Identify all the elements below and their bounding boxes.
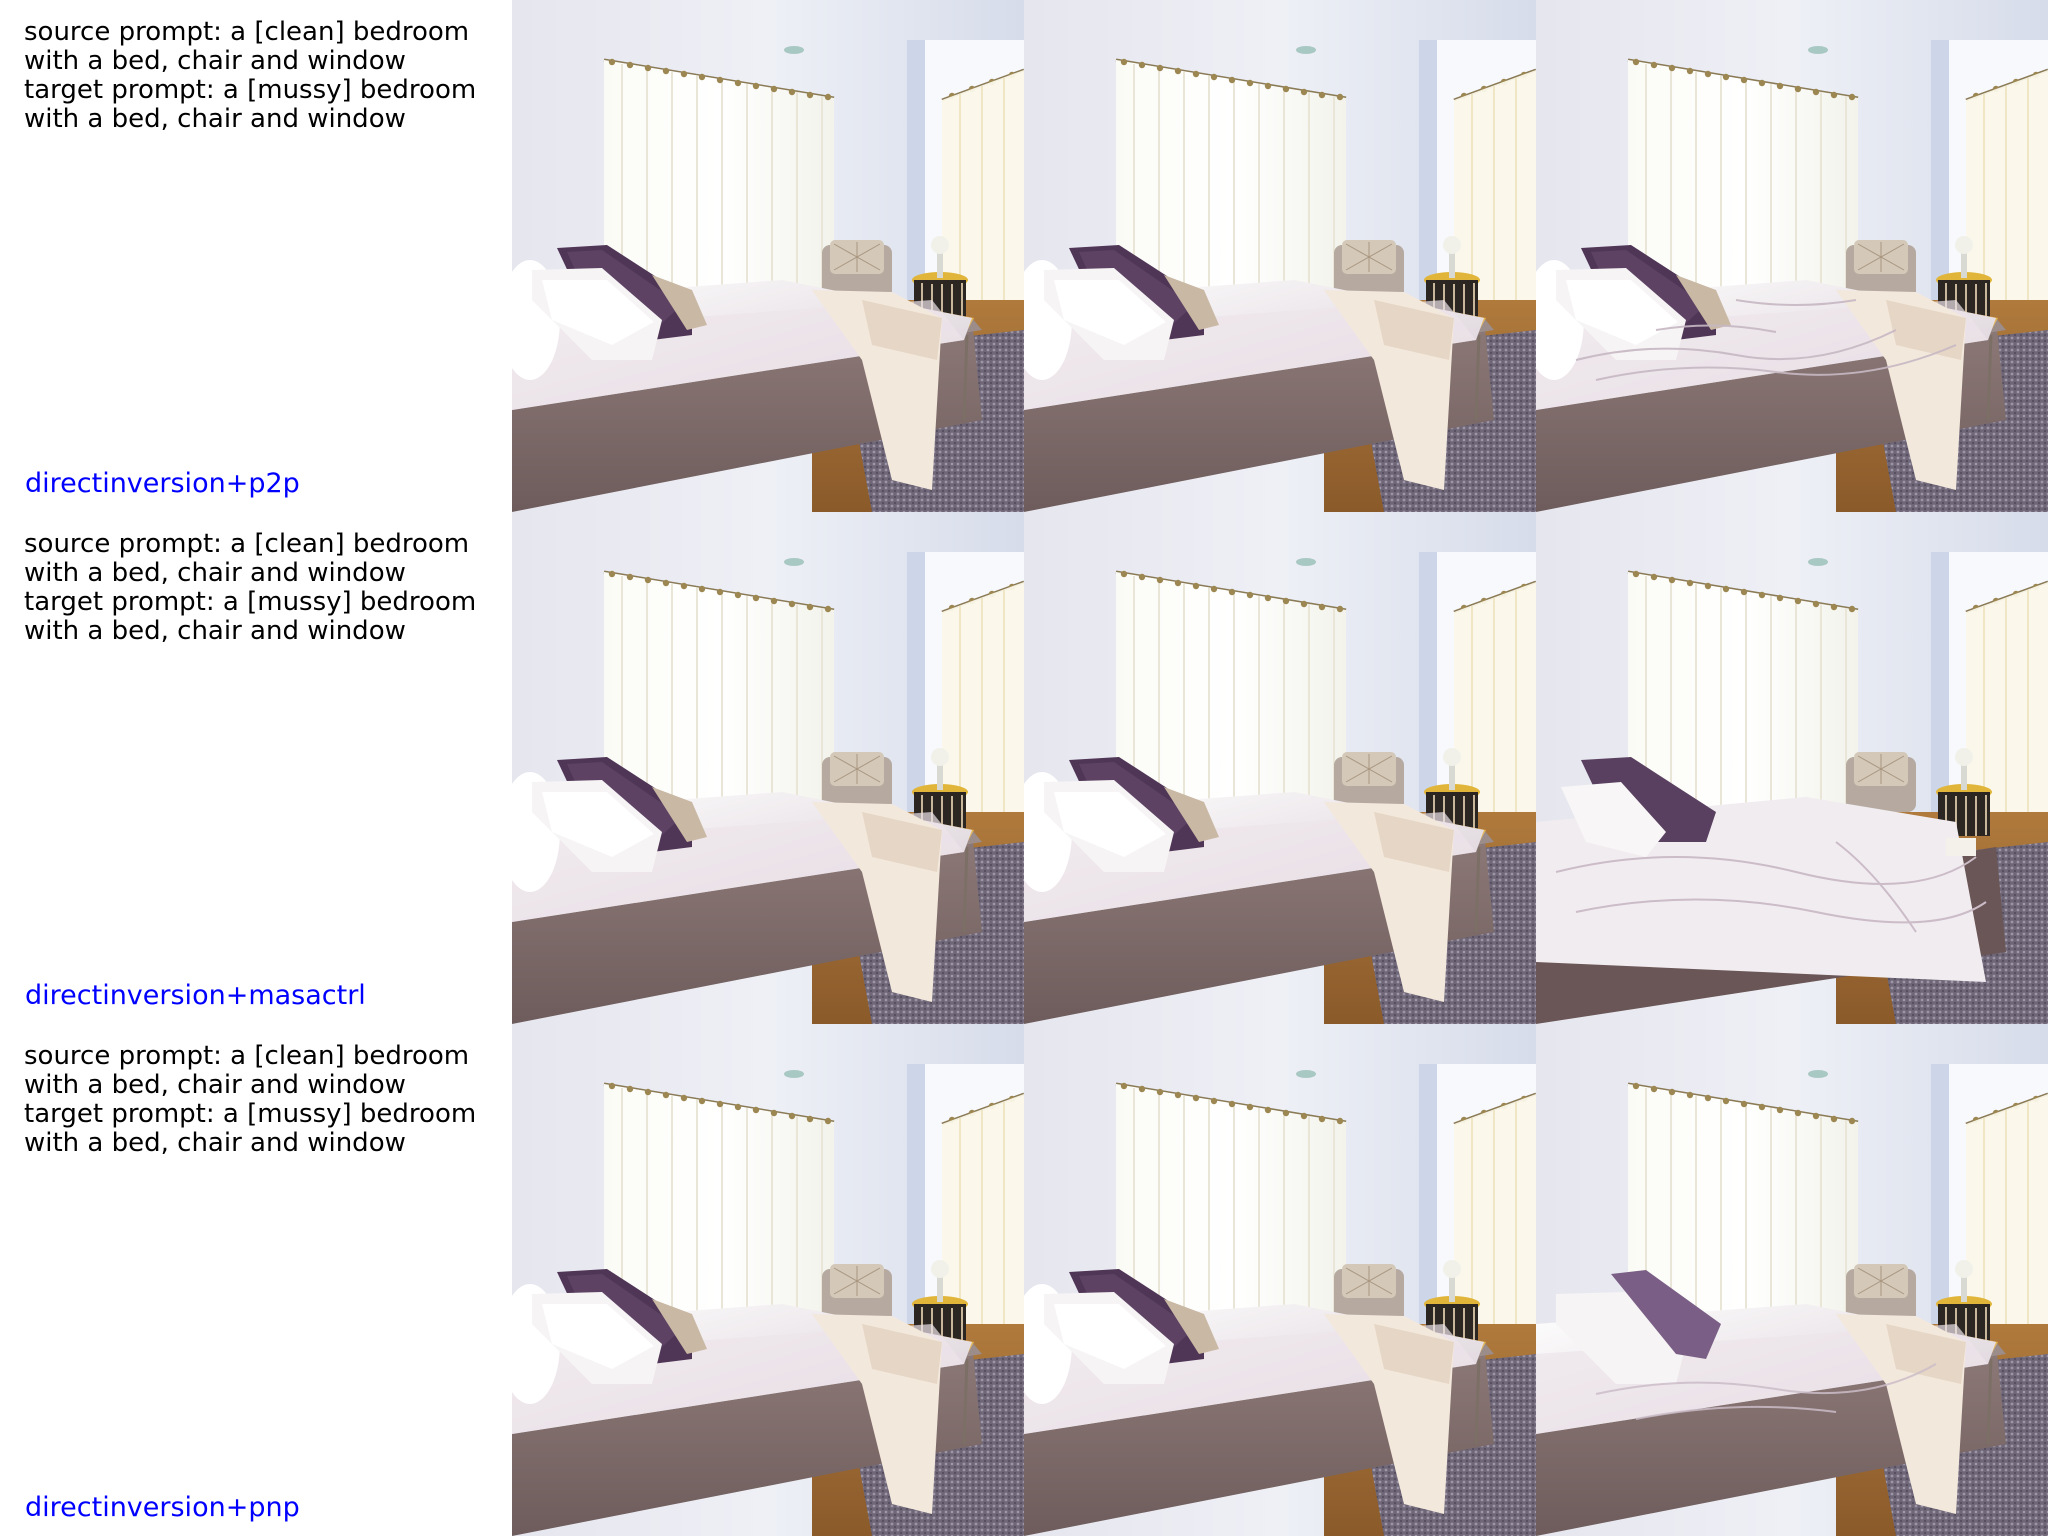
source-image	[512, 0, 1024, 512]
reconstructed-image	[1024, 512, 1536, 1024]
edited-image	[1536, 0, 2048, 512]
prompt-text: source prompt: a [clean] bedroom with a …	[24, 18, 494, 134]
prompt-text: source prompt: a [clean] bedroom with a …	[24, 1042, 494, 1158]
bedroom-image	[1536, 0, 2048, 512]
result-row-p2p: source prompt: a [clean] bedroom with a …	[0, 0, 2048, 512]
row-label-panel: source prompt: a [clean] bedroom with a …	[0, 512, 512, 1024]
reconstructed-image	[1024, 1024, 1536, 1536]
target-prompt: target prompt: a [mussy] bedroom with a …	[24, 1099, 477, 1158]
method-label: directinversion+pnp	[25, 1492, 300, 1523]
bedroom-image	[1024, 0, 1536, 512]
method-label: directinversion+p2p	[25, 468, 300, 499]
source-image	[512, 512, 1024, 1024]
source-prompt: source prompt: a [clean] bedroom with a …	[24, 17, 470, 76]
bedroom-image	[512, 512, 1024, 1024]
bedroom-image	[512, 0, 1024, 512]
bedroom-image	[1536, 1024, 2048, 1536]
reconstructed-image	[1024, 0, 1536, 512]
target-prompt: target prompt: a [mussy] bedroom with a …	[24, 587, 477, 646]
row-label-panel: source prompt: a [clean] bedroom with a …	[0, 1024, 512, 1536]
edited-image	[1536, 1024, 2048, 1536]
target-prompt: target prompt: a [mussy] bedroom with a …	[24, 75, 477, 134]
row-label-panel: source prompt: a [clean] bedroom with a …	[0, 0, 512, 512]
method-label: directinversion+masactrl	[25, 980, 366, 1011]
source-prompt: source prompt: a [clean] bedroom with a …	[24, 529, 470, 588]
bedroom-image	[1536, 512, 2048, 1024]
prompt-text: source prompt: a [clean] bedroom with a …	[24, 530, 494, 646]
source-prompt: source prompt: a [clean] bedroom with a …	[24, 1041, 470, 1100]
result-row-pnp: source prompt: a [clean] bedroom with a …	[0, 1024, 2048, 1536]
bedroom-image	[1024, 512, 1536, 1024]
source-image	[512, 1024, 1024, 1536]
bedroom-image	[1024, 1024, 1536, 1536]
bedroom-image	[512, 1024, 1024, 1536]
result-row-masactrl: source prompt: a [clean] bedroom with a …	[0, 512, 2048, 1024]
comparison-grid: source prompt: a [clean] bedroom with a …	[0, 0, 2048, 1536]
edited-image	[1536, 512, 2048, 1024]
